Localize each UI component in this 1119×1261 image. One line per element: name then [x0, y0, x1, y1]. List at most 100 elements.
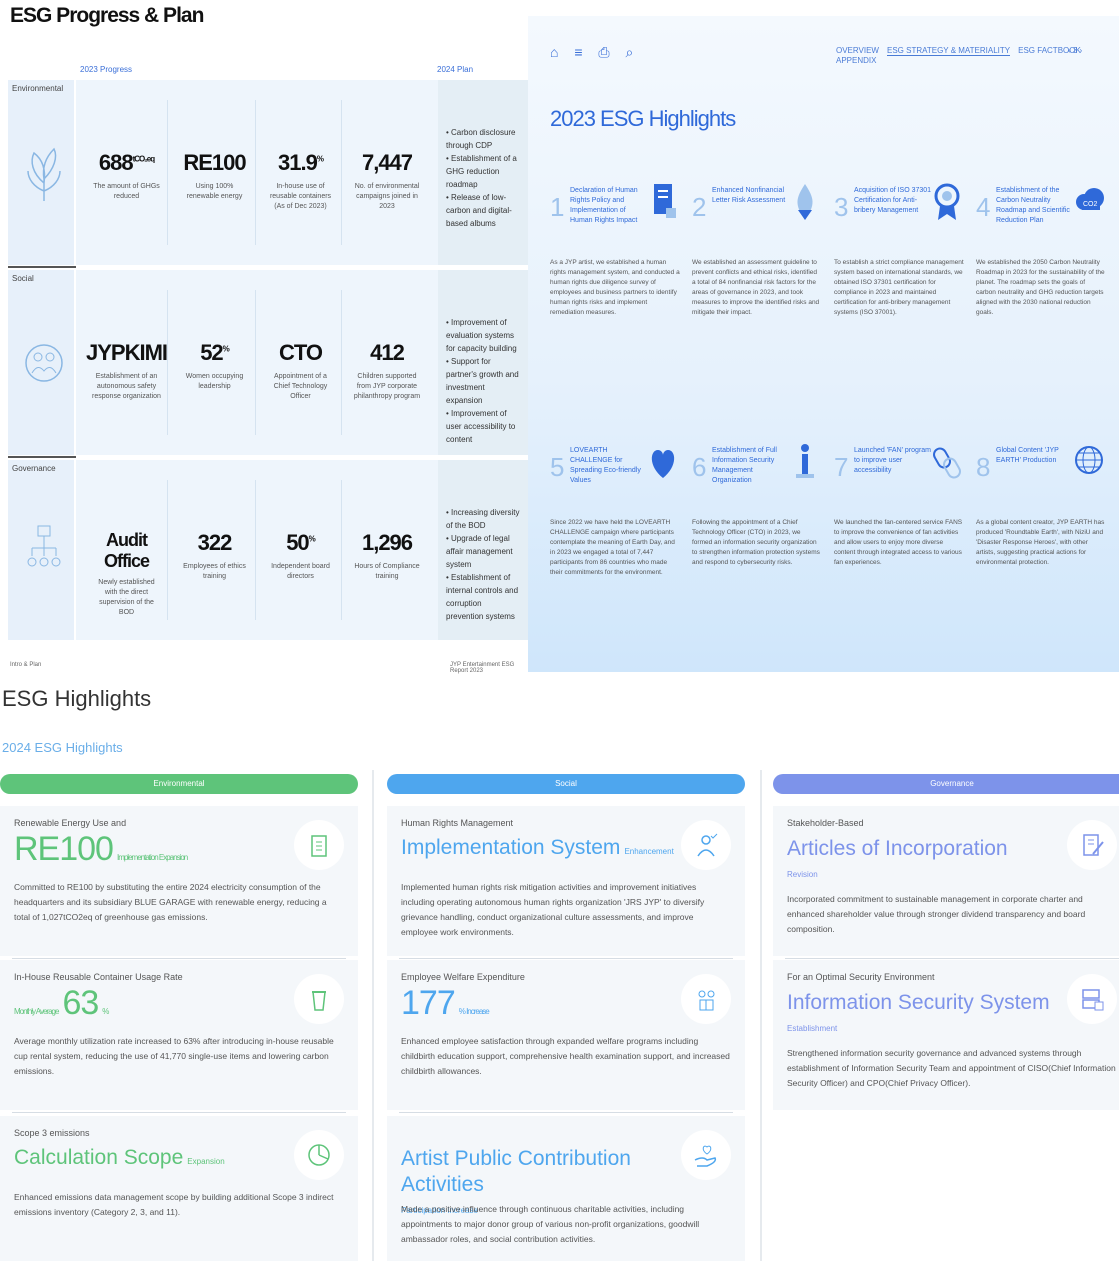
nav-tab[interactable]: APPENDIX [836, 56, 876, 65]
card-value-text: Information Security System [787, 991, 1050, 1014]
org-chart-icon [27, 525, 61, 567]
highlight-description: Since 2022 we have held the LOVEARTH CHA… [550, 519, 675, 576]
metric-caption: Newly established with the direct superv… [98, 579, 155, 616]
metric-value: 322 [174, 530, 255, 556]
column-environmental: Environmental Renewable Energy Use and RE1… [0, 770, 360, 1261]
metric-value: RE100 [174, 150, 255, 176]
highlight-item: 5 LOVEARTH CHALLENGE for Spreading Eco-fr… [550, 446, 680, 646]
card-key: Renewable Energy Use and [14, 818, 127, 828]
globe-icon [1075, 446, 1103, 474]
highlight-item: 2 Enhanced Nonfinancial Letter Risk Asses… [692, 184, 822, 386]
svg-text:CO2: CO2 [1083, 201, 1098, 208]
progress-plan-page: ESG Progress & Plan 2023 Progress 2024 P… [0, 0, 528, 674]
card-key: Human Rights Management [401, 818, 514, 828]
highlight-number: 7 [834, 452, 849, 482]
people-gift-icon-badge [681, 974, 731, 1024]
highlight-title: Global Content 'JYP EARTH' Production [996, 447, 1059, 464]
column-separator [760, 770, 762, 1261]
plan-list: • Improvement of evaluation systems for … [438, 270, 528, 455]
metric-cell: CTO Appointment of a Chief Technology Off… [260, 290, 342, 435]
column-separator [372, 770, 374, 1261]
metric-cell: 31.9% In-house use of reusable containers… [260, 100, 342, 245]
card-description: Enhanced employee satisfaction through e… [401, 1036, 730, 1076]
metric-number: RE100 [183, 150, 246, 175]
metric-caption: The amount of GHGs reduced [93, 183, 160, 200]
metric-number: CTO [278, 340, 323, 365]
server-lock-icon [1082, 989, 1104, 1011]
server-lock-icon-badge [1067, 974, 1117, 1024]
highlight-card: Renewable Energy Use and RE100 Implementat… [0, 806, 358, 956]
metric-value: 688tCO₂eq [86, 150, 167, 176]
metric-caption: Women occupying leadership [185, 373, 244, 390]
footer-left: Intro & Plan [10, 662, 42, 668]
metric-caption: No. of environmental campaigns joined in… [354, 183, 420, 210]
metric-caption: Establishment of an autonomous safety re… [92, 373, 161, 400]
section-title: ESG Highlights [2, 686, 152, 711]
cup-icon-badge [294, 974, 344, 1024]
people-gift-icon [698, 990, 715, 1011]
person-check-icon [697, 833, 718, 857]
metric-unit: % [316, 154, 324, 164]
pie-chart-icon-badge [294, 1130, 344, 1180]
highlight-item: 8 Global Content 'JYP EARTH' Production As… [976, 446, 1106, 646]
card-tag: Expansion [187, 1157, 225, 1166]
metric-value: 1,296 [346, 530, 428, 556]
metric-value: JYPKIMI [86, 340, 168, 366]
metric-number: 322 [197, 530, 233, 555]
card-tag: Establishment [787, 1024, 838, 1033]
highlights-2023-page: ⌂ ≡ ⎙ ⌕ OVERVIEW ESG STRATEGY & MATERIALI… [528, 16, 1119, 672]
highlight-number: 8 [976, 452, 991, 482]
metric-caption: Children supported from JYP corporate ph… [353, 373, 421, 400]
nav-tab[interactable]: ESG STRATEGY & MATERIALITY [886, 46, 1011, 56]
metric-caption: In-house use of reusable containers (As … [269, 183, 332, 210]
highlight-item: 6 Establishment of Full Information Secur… [692, 444, 822, 646]
row-label: Social [12, 274, 34, 283]
highlight-item: 4 Establishment of the Carbon Neutrality … [976, 186, 1106, 386]
metric-number: 1,296 [361, 530, 413, 555]
metric-cell: RE100 Using 100% renewable energy [174, 100, 256, 245]
card-key: In-House Reusable Container Usage Rate [14, 972, 183, 982]
highlight-card: Stakeholder-Based Articles of Incorporati… [773, 806, 1119, 956]
people-circle-icon [25, 343, 63, 382]
highlight-title: Establishment of the Carbon Neutrality R… [996, 187, 1070, 224]
metric-number: Audit Office [103, 530, 150, 571]
cup-icon [312, 991, 326, 1011]
highlight-title: Establishment of Full Information Securi… [712, 447, 777, 484]
highlight-description: As a JYP artist, we established a human … [550, 259, 680, 316]
highlights-title: 2023 ESG Highlights [550, 106, 736, 131]
card-key: For an Optimal Security Environment [787, 972, 935, 982]
metric-number: 52 [200, 340, 224, 365]
progress-row-environmental: Environmental 688tCO₂eq The amount of GHGs… [8, 80, 528, 265]
row-label: Environmental [12, 84, 64, 93]
nav-icons[interactable]: ⌂ ≡ ⎙ ⌕ [550, 44, 639, 61]
highlight-item: 3 Acquisition of ISO 37301 Certification … [834, 183, 964, 386]
row-icon-column [8, 80, 76, 265]
metric-caption: Employees of ethics training [183, 563, 246, 580]
card-key: Scope 3 emissions [14, 1128, 90, 1138]
metric-value: 52% [174, 340, 255, 366]
page-nav[interactable]: ‹ 3 › [1068, 46, 1082, 55]
highlight-card: Artist Public Contribution Activities Par… [387, 1116, 745, 1261]
award-ribbon-icon [934, 183, 960, 220]
card-description: Enhanced emissions data management scope… [14, 1192, 334, 1217]
row-label: Governance [12, 464, 56, 473]
metric-cell: Audit Office Newly established with the d… [86, 480, 168, 620]
metric-cell: 7,447 No. of environmental campaigns join… [346, 100, 428, 245]
highlight-number: 2 [692, 192, 707, 222]
metric-value: 412 [346, 340, 428, 366]
plan-label: 2024 Plan [437, 65, 474, 74]
nav-tab[interactable]: OVERVIEW [836, 46, 879, 55]
progress-row-governance: Governance Audit Office Newly established … [8, 460, 528, 640]
column-header: Social [387, 774, 745, 794]
card-value: RE100 Implementation Expansion [14, 830, 188, 869]
highlight-title: Acquisition of ISO 37301 Certification f… [854, 187, 932, 214]
highlight-card: Human Rights Management Implementation Sy… [387, 806, 745, 956]
card-divider [785, 958, 1119, 959]
card-divider [399, 1112, 733, 1113]
highlight-card: For an Optimal Security Environment Infor… [773, 960, 1119, 1110]
plan-list: • Increasing diversity of the BOD • Upgr… [438, 460, 528, 640]
metric-value: 7,447 [346, 150, 428, 176]
highlight-number: 1 [550, 192, 565, 222]
card-description: Incorporated commitment to sustainable m… [787, 894, 1086, 934]
highlight-title: LOVEARTH CHALLENGE for Spreading Eco-fri… [570, 447, 641, 484]
